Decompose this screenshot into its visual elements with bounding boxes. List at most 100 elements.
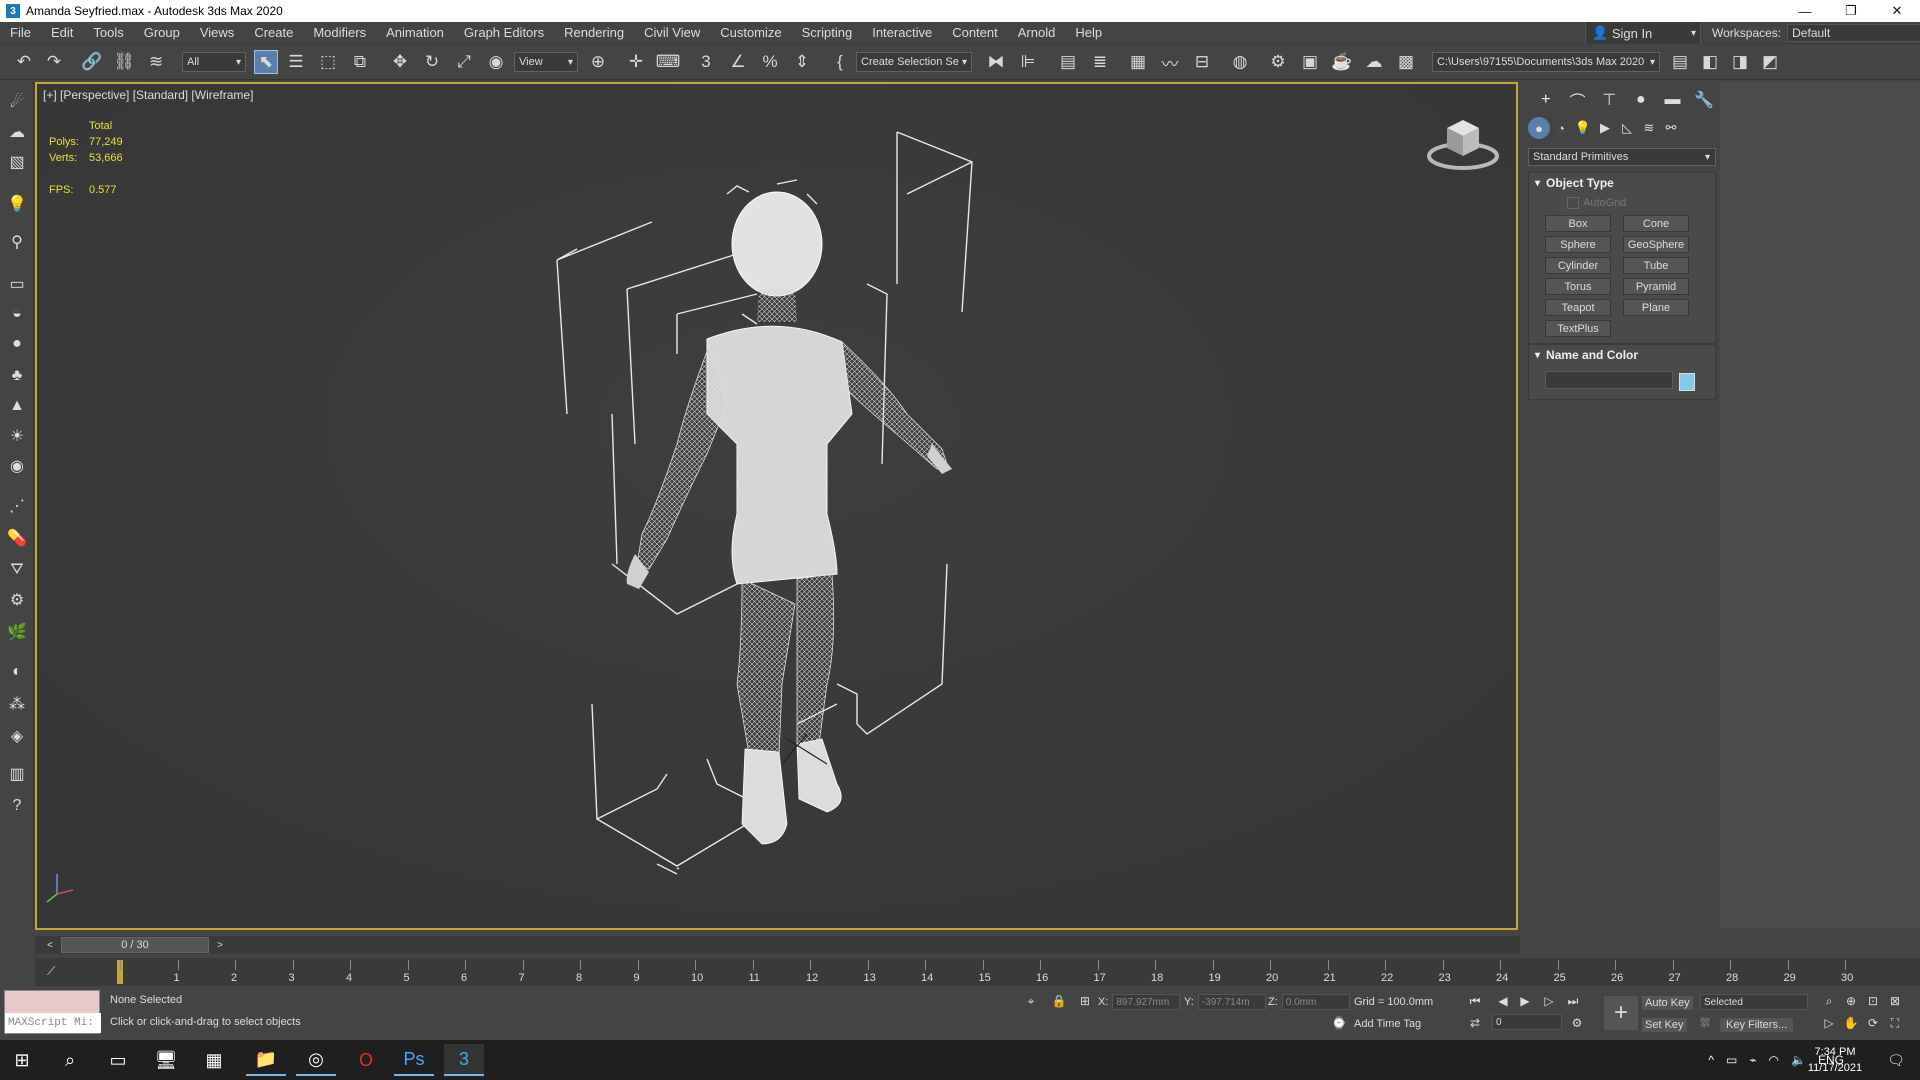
menu-customize[interactable]: Customize bbox=[710, 22, 791, 44]
opera-icon[interactable]: O bbox=[346, 1044, 386, 1076]
render-cloud-icon[interactable]: ☁ bbox=[1362, 50, 1386, 74]
cone-icon[interactable]: ▲ bbox=[5, 394, 29, 418]
project-folder-icon[interactable]: ▤ bbox=[1668, 50, 1692, 74]
track-bar[interactable]: ⟋ 1 2 3 4 5 6 7 8 9 10 11 12 13 14 15 16 17 18 19 20 21 22 23 2… bbox=[35, 958, 1920, 986]
rotate-icon[interactable]: ↻ bbox=[420, 50, 444, 74]
link-icon[interactable]: 🔗 bbox=[80, 50, 104, 74]
helpers-icon[interactable]: ◺ bbox=[1616, 117, 1638, 139]
mini-curve-toggle-icon[interactable]: ⟋ bbox=[47, 964, 55, 979]
gear-icon[interactable]: ⚙ bbox=[5, 588, 29, 612]
plane-button[interactable]: Plane bbox=[1623, 299, 1689, 316]
time-tag-icon[interactable]: ⌚ bbox=[1330, 1014, 1348, 1032]
populate-icon[interactable]: ☄ bbox=[5, 90, 29, 114]
primitives-category-dropdown[interactable]: Standard Primitives bbox=[1528, 148, 1716, 166]
disc-icon[interactable]: ◉ bbox=[5, 454, 29, 478]
keyboard-shortcut-icon[interactable]: ⌨ bbox=[656, 50, 681, 74]
key-filters-button[interactable]: Key Filters... bbox=[1720, 1018, 1794, 1032]
zoom-icon[interactable]: ⌕ bbox=[1820, 992, 1838, 1010]
maximize-viewport-icon[interactable]: ⛶ bbox=[1886, 1014, 1904, 1032]
menu-help[interactable]: Help bbox=[1065, 22, 1112, 44]
mirror-icon[interactable]: ⧓ bbox=[984, 50, 1008, 74]
particles-icon[interactable]: ⁂ bbox=[5, 692, 29, 716]
add-time-tag-button[interactable]: Add Time Tag bbox=[1354, 1018, 1421, 1030]
textplus-button[interactable]: TextPlus bbox=[1545, 320, 1611, 337]
menu-rendering[interactable]: Rendering bbox=[554, 22, 634, 44]
image-icon[interactable]: ▧ bbox=[5, 150, 29, 174]
render-setup-icon[interactable]: ⚙ bbox=[1266, 50, 1290, 74]
named-selection-dropdown[interactable]: Create Selection Se bbox=[856, 52, 972, 72]
file-manager-icon[interactable]: 🖥 bbox=[146, 1044, 186, 1076]
restore-button[interactable]: ❐ bbox=[1828, 0, 1874, 22]
menu-views[interactable]: Views bbox=[190, 22, 244, 44]
close-button[interactable]: ✕ bbox=[1874, 0, 1920, 22]
unlink-icon[interactable]: ⛓ bbox=[112, 50, 136, 74]
perspective-viewport[interactable]: [+] [Perspective] [Standard] [Wireframe]… bbox=[35, 82, 1518, 930]
menu-group[interactable]: Group bbox=[134, 22, 190, 44]
utilities-tab-icon[interactable]: 🔧 bbox=[1688, 88, 1720, 112]
go-to-start-icon[interactable]: ⏮ bbox=[1466, 992, 1484, 1010]
viewcube[interactable] bbox=[1425, 112, 1501, 174]
angle-snap-icon[interactable]: ∠ bbox=[726, 50, 750, 74]
orbit-icon[interactable]: ⟳ bbox=[1864, 1014, 1882, 1032]
time-slider-thumb[interactable]: 0 / 30 bbox=[61, 937, 209, 953]
maxscript-listener[interactable]: MAXScript Mi: bbox=[4, 990, 101, 1034]
pan-icon[interactable]: ✋ bbox=[1842, 1014, 1860, 1032]
menu-interactive[interactable]: Interactive bbox=[862, 22, 942, 44]
menu-content[interactable]: Content bbox=[942, 22, 1008, 44]
menu-modifiers[interactable]: Modifiers bbox=[303, 22, 376, 44]
plant-icon[interactable]: ♣ bbox=[5, 364, 29, 388]
isolate-selection-icon[interactable]: ⌖ bbox=[1022, 992, 1040, 1010]
library-icon[interactable]: ▥ bbox=[5, 762, 29, 786]
scene-explorer-icon[interactable]: ▤ bbox=[1056, 50, 1080, 74]
play-icon[interactable]: ▶ bbox=[1516, 992, 1534, 1010]
maxscript-input[interactable]: MAXScript Mi: bbox=[5, 1013, 101, 1033]
search-icon[interactable]: ⌕ bbox=[50, 1044, 90, 1076]
space-warps-icon[interactable]: ≋ bbox=[1638, 117, 1660, 139]
globe-icon[interactable]: ◐ bbox=[5, 660, 29, 684]
task-view-icon[interactable]: ▭ bbox=[98, 1044, 138, 1076]
autogrid-checkbox[interactable]: AutoGrid bbox=[1567, 197, 1626, 209]
display-tab-icon[interactable]: ▬ bbox=[1657, 88, 1689, 112]
menu-edit[interactable]: Edit bbox=[41, 22, 83, 44]
menu-create[interactable]: Create bbox=[244, 22, 303, 44]
minimize-button[interactable]: — bbox=[1782, 0, 1828, 22]
systems-icon[interactable]: ⚯ bbox=[1660, 117, 1682, 139]
workspace-dropdown[interactable]: Default bbox=[1787, 24, 1920, 42]
menu-animation[interactable]: Animation bbox=[376, 22, 454, 44]
modify-tab-icon[interactable]: ⌒ bbox=[1562, 88, 1594, 112]
battery-icon[interactable]: ▭ bbox=[1726, 1053, 1737, 1067]
rendered-frame-window-icon[interactable]: ▣ bbox=[1298, 50, 1322, 74]
snaps-toggle-icon[interactable]: 3 bbox=[694, 50, 718, 74]
menu-file[interactable]: File bbox=[0, 22, 41, 44]
shapes-icon[interactable]: ◔ bbox=[1550, 117, 1572, 139]
tray-chevron-icon[interactable]: ^ bbox=[1708, 1053, 1714, 1067]
zoom-extents-all-icon[interactable]: ⊠ bbox=[1886, 992, 1904, 1010]
pill-icon[interactable]: 💊 bbox=[5, 526, 29, 550]
viewport-label[interactable]: [+] [Perspective] [Standard] [Wireframe] bbox=[43, 88, 253, 102]
object-color-swatch[interactable] bbox=[1679, 373, 1695, 391]
field-of-view-icon[interactable]: ▷ bbox=[1820, 1014, 1838, 1032]
placement-icon[interactable]: ◉ bbox=[484, 50, 508, 74]
motion-tab-icon[interactable]: ● bbox=[1625, 88, 1657, 112]
wifi-icon[interactable]: ◠ bbox=[1769, 1053, 1779, 1067]
time-configuration-icon[interactable]: ⚙ bbox=[1568, 1014, 1586, 1032]
file-explorer-icon[interactable]: 📁 bbox=[246, 1044, 286, 1076]
tube-button[interactable]: Tube bbox=[1623, 257, 1689, 274]
cylinder-button[interactable]: Cylinder bbox=[1545, 257, 1611, 274]
percent-snap-icon[interactable]: % bbox=[758, 50, 782, 74]
torus-button[interactable]: Torus bbox=[1545, 278, 1611, 295]
sign-in-button[interactable]: 👤 Sign In ▾ bbox=[1585, 22, 1701, 44]
sphere-button[interactable]: Sphere bbox=[1545, 236, 1611, 253]
zoom-extents-icon[interactable]: ⊡ bbox=[1864, 992, 1882, 1010]
teapot-button[interactable]: Teapot bbox=[1545, 299, 1611, 316]
geosphere-button[interactable]: GeoSphere bbox=[1623, 236, 1689, 253]
help-icon[interactable]: ? bbox=[5, 794, 29, 818]
object-name-input[interactable] bbox=[1545, 371, 1673, 389]
menu-arnold[interactable]: Arnold bbox=[1008, 22, 1066, 44]
create-tab-icon[interactable]: + bbox=[1530, 88, 1562, 112]
chrome-icon[interactable]: ◎ bbox=[296, 1044, 336, 1076]
set-key-big-icon[interactable]: + bbox=[1604, 996, 1638, 1030]
box-icon[interactable]: ▭ bbox=[5, 272, 29, 296]
current-frame-field[interactable]: 0 bbox=[1492, 1014, 1562, 1030]
cameras-icon[interactable]: ▶ bbox=[1594, 117, 1616, 139]
